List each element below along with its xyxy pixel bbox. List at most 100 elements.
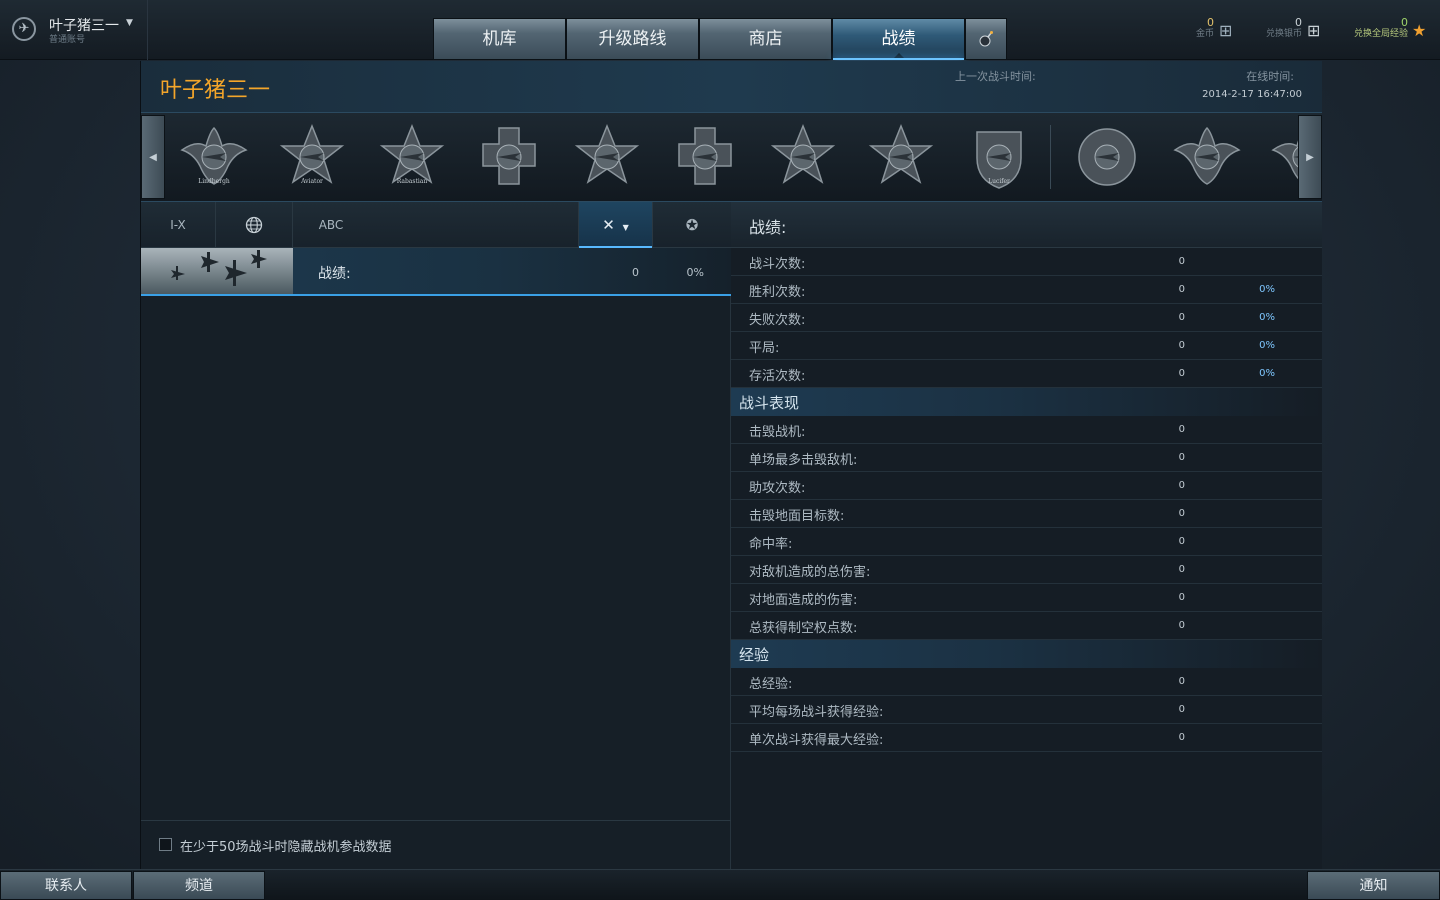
stat-row: 对敌机造成的总伤害: 0 [731, 556, 1322, 584]
stat-label: 平局: [749, 341, 780, 356]
records-panel: 叶子猪三一 上一次战斗时间: 在线时间: 2014-2-17 16:47:00 … [140, 61, 1322, 869]
stat-percent: 0% [1259, 312, 1275, 323]
stat-row: 助攻次数: 0 [731, 472, 1322, 500]
stat-label: 总经验: [749, 677, 793, 692]
stat-row: 单场最多击毁敌机: 0 [731, 444, 1322, 472]
stat-value: 0 [1178, 620, 1185, 631]
tab-shop[interactable]: 商店 [699, 18, 832, 60]
tab-hangar[interactable]: 机库 [433, 18, 566, 60]
stat-label: 击毁地面目标数: [749, 509, 845, 524]
player-name: 叶子猪三一 [160, 78, 271, 103]
crossed-swords-icon: ✕ [602, 216, 615, 234]
gold-balance: 0 金币 [1154, 16, 1214, 46]
bottom-bar: 联系人 频道 通知 [0, 869, 1440, 900]
main-nav-tabs: 机库 升级路线 商店 战绩 [433, 18, 1007, 60]
filter-type-dropdown[interactable]: ✕ ▼ [578, 202, 653, 248]
stat-label: 击毁战机: [749, 425, 806, 440]
row-value: 0 [632, 266, 639, 279]
stat-label: 助攻次数: [749, 481, 806, 496]
wings-emblem-icon: ✈ [12, 17, 36, 41]
stat-row: 命中率: 0 [731, 528, 1322, 556]
stats-title-bar: 战绩: [731, 202, 1322, 248]
stat-value: 0 [1178, 536, 1185, 547]
stat-value: 0 [1178, 564, 1185, 575]
stat-row: 胜利次数: 0 0% [731, 276, 1322, 304]
filter-nation[interactable] [216, 202, 293, 248]
free-xp-balance: 0 兑换全局经验 [1328, 16, 1408, 46]
account-menu[interactable]: ✈ 叶子猪三一 ▼ 普通账号 [0, 0, 148, 60]
last-battle-label: 上一次战斗时间: [955, 70, 1036, 83]
stat-percent: 0% [1259, 368, 1275, 379]
globe-icon [245, 216, 263, 234]
gold-value: 0 [1207, 16, 1214, 29]
stat-value: 0 [1178, 284, 1185, 295]
medal-badge-icon[interactable] [473, 122, 545, 192]
stat-value: 0 [1178, 424, 1185, 435]
medal-label: Rabastian [396, 178, 428, 185]
stat-label: 存活次数: [749, 369, 806, 384]
online-time-label: 在线时间: [1246, 70, 1294, 83]
stat-label: 对地面造成的伤害: [749, 593, 858, 608]
medal-badge-icon[interactable]: Lucifer [963, 122, 1035, 192]
stat-value: 0 [1178, 480, 1185, 491]
medal-divider [1050, 125, 1051, 189]
medal-badge-icon[interactable]: Rabastian [376, 122, 448, 192]
stat-row: 总获得制空权点数: 0 [731, 612, 1322, 640]
stat-value: 0 [1178, 704, 1185, 715]
medal-badge-icon[interactable] [669, 122, 741, 192]
tab-records-label: 战绩 [881, 29, 916, 49]
stat-value: 0 [1178, 312, 1185, 323]
medal-badge-icon[interactable] [865, 122, 937, 192]
stat-row: 对地面造成的伤害: 0 [731, 584, 1322, 612]
list-item[interactable]: 战绩: 0 0% [141, 248, 731, 296]
tab-bomb-icon[interactable] [965, 18, 1007, 60]
carousel-left-arrow-icon[interactable]: ◀ [141, 115, 165, 199]
filter-elite[interactable]: ✪ [653, 202, 731, 248]
chevron-down-icon: ▼ [622, 223, 629, 232]
medal-badge-icon[interactable] [1171, 122, 1243, 192]
aircraft-group-thumbnail [141, 248, 293, 294]
stat-value: 0 [1178, 452, 1185, 463]
stat-value: 0 [1178, 256, 1185, 267]
convert-xp-icon[interactable]: ★ [1412, 21, 1426, 51]
stat-row: 总经验: 0 [731, 668, 1322, 696]
filter-tier[interactable]: I-X [141, 202, 216, 248]
stat-row: 平局: 0 0% [731, 332, 1322, 360]
elite-star-icon: ✪ [685, 216, 699, 234]
silver-label: 兑换银币 [1265, 29, 1302, 39]
notifications-button[interactable]: 通知 [1307, 871, 1440, 900]
tab-records[interactable]: 战绩 [832, 18, 965, 60]
medal-badge-icon[interactable] [1071, 122, 1143, 192]
contacts-button[interactable]: 联系人 [0, 871, 132, 900]
stat-value: 0 [1178, 732, 1185, 743]
stat-label: 胜利次数: [749, 285, 806, 300]
channels-button[interactable]: 频道 [133, 871, 265, 900]
gold-label: 金币 [1195, 29, 1214, 39]
hide-low-battles-checkbox[interactable] [159, 838, 172, 851]
aircraft-list-pane: I-X ABC ✕ ▼ ✪ 战绩: 0 0% 在少于50场战斗时隐藏战机参战数据 [141, 202, 731, 869]
stat-percent: 0% [1259, 340, 1275, 351]
stat-label: 单场最多击毁敌机: [749, 453, 858, 468]
add-gold-icon[interactable]: ⊞ [1219, 21, 1232, 51]
stat-row: 存活次数: 0 0% [731, 360, 1322, 388]
stat-value: 0 [1178, 676, 1185, 687]
medal-badge-icon[interactable]: Lindbergh [178, 122, 250, 192]
filter-name[interactable]: ABC [293, 202, 369, 248]
stat-label: 命中率: [749, 537, 793, 552]
medal-badge-icon[interactable] [767, 122, 839, 192]
silver-balance: 0 兑换银币 [1242, 16, 1302, 46]
medal-badge-icon[interactable]: Aviator [276, 122, 348, 192]
account-type: 普通账号 [49, 35, 86, 45]
tab-research-tree[interactable]: 升级路线 [566, 18, 699, 60]
stat-value: 0 [1178, 592, 1185, 603]
stat-label: 战斗次数: [749, 257, 806, 272]
stats-title: 战绩: [749, 218, 787, 237]
medal-label: Aviator [301, 178, 323, 185]
exchange-silver-icon[interactable]: ⊞ [1307, 21, 1320, 51]
online-time-value: 2014-2-17 16:47:00 [1202, 89, 1302, 100]
medal-label: Lindbergh [198, 178, 230, 185]
medal-badge-icon[interactable] [571, 122, 643, 192]
row-percent: 0% [686, 266, 704, 279]
chevron-down-icon[interactable]: ▼ [126, 18, 133, 28]
carousel-right-arrow-icon[interactable]: ▶ [1298, 115, 1322, 199]
